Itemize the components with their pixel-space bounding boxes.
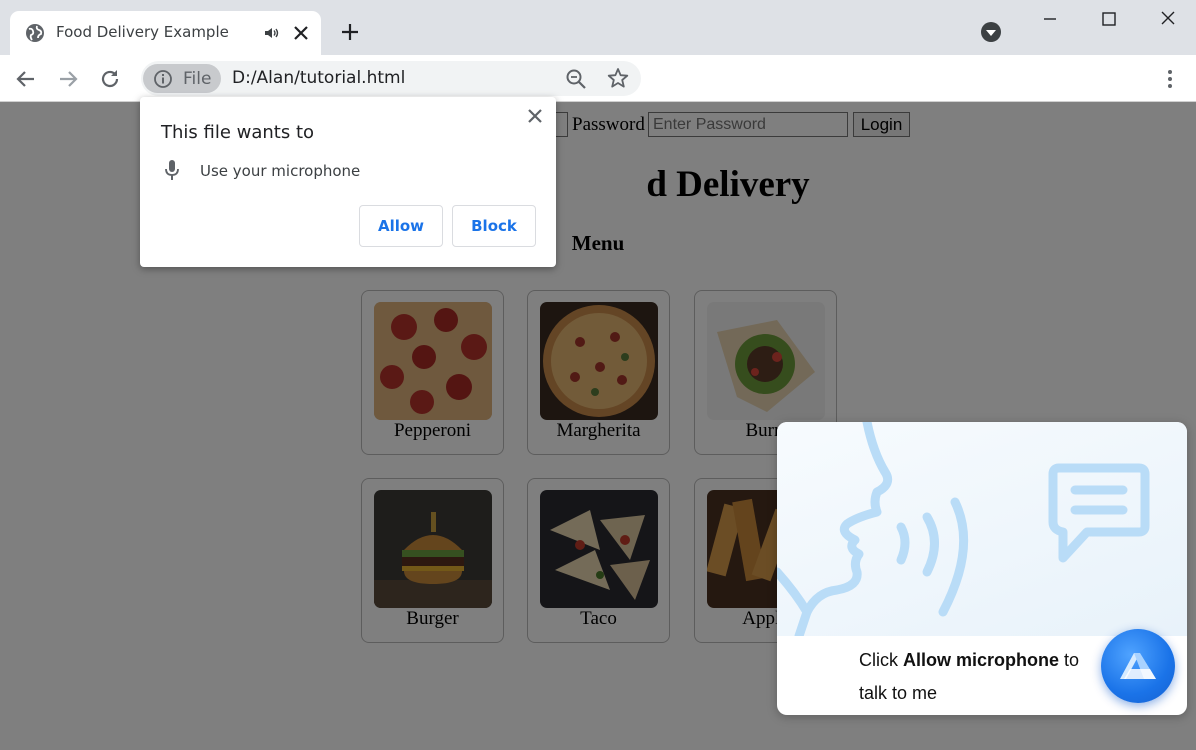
microphone-icon bbox=[165, 160, 179, 180]
tab-title: Food Delivery Example bbox=[56, 23, 229, 41]
speaking-face-illustration bbox=[777, 422, 1150, 636]
minimize-icon[interactable] bbox=[1036, 8, 1064, 30]
allow-button[interactable]: Allow bbox=[359, 205, 443, 247]
maximize-icon[interactable] bbox=[1096, 8, 1122, 30]
site-info-chip[interactable]: File bbox=[143, 64, 221, 93]
block-button[interactable]: Block bbox=[452, 205, 536, 247]
new-tab-icon[interactable] bbox=[338, 20, 362, 44]
voice-assistant-button[interactable] bbox=[1101, 629, 1175, 703]
site-chip-label: File bbox=[183, 69, 212, 89]
window-close-icon[interactable] bbox=[1155, 8, 1181, 30]
reload-icon[interactable] bbox=[98, 67, 122, 91]
browser-toolbar: File D:/Alan/tutorial.html bbox=[0, 55, 1196, 102]
forward-arrow-icon[interactable] bbox=[56, 67, 80, 91]
more-menu-icon[interactable] bbox=[1160, 67, 1180, 91]
close-icon[interactable] bbox=[526, 107, 544, 125]
info-icon bbox=[154, 70, 172, 88]
speaker-icon[interactable] bbox=[263, 24, 281, 42]
url-text[interactable]: D:/Alan/tutorial.html bbox=[232, 68, 405, 88]
permission-title: This file wants to bbox=[161, 122, 315, 143]
zoom-icon[interactable] bbox=[565, 68, 587, 90]
alan-logo-icon bbox=[1120, 653, 1156, 679]
assistant-text-start: Click bbox=[859, 650, 903, 670]
assistant-text-bold: Allow microphone bbox=[903, 650, 1060, 670]
browser-tab[interactable]: Food Delivery Example bbox=[10, 11, 321, 55]
tab-search-icon[interactable] bbox=[980, 21, 1002, 43]
address-bar[interactable]: File D:/Alan/tutorial.html bbox=[141, 61, 641, 96]
globe-icon bbox=[26, 24, 44, 42]
permission-dialog: This file wants to Use your microphone A… bbox=[140, 97, 556, 267]
assistant-message: Click Allow microphone to talk to me bbox=[859, 644, 1109, 710]
tab-strip: Food Delivery Example bbox=[0, 0, 1196, 55]
bookmark-star-icon[interactable] bbox=[607, 67, 629, 89]
back-arrow-icon[interactable] bbox=[14, 67, 38, 91]
assistant-illustration-panel bbox=[777, 422, 1187, 636]
permission-request: Use your microphone bbox=[200, 162, 361, 180]
tab-close-icon[interactable] bbox=[291, 23, 311, 43]
